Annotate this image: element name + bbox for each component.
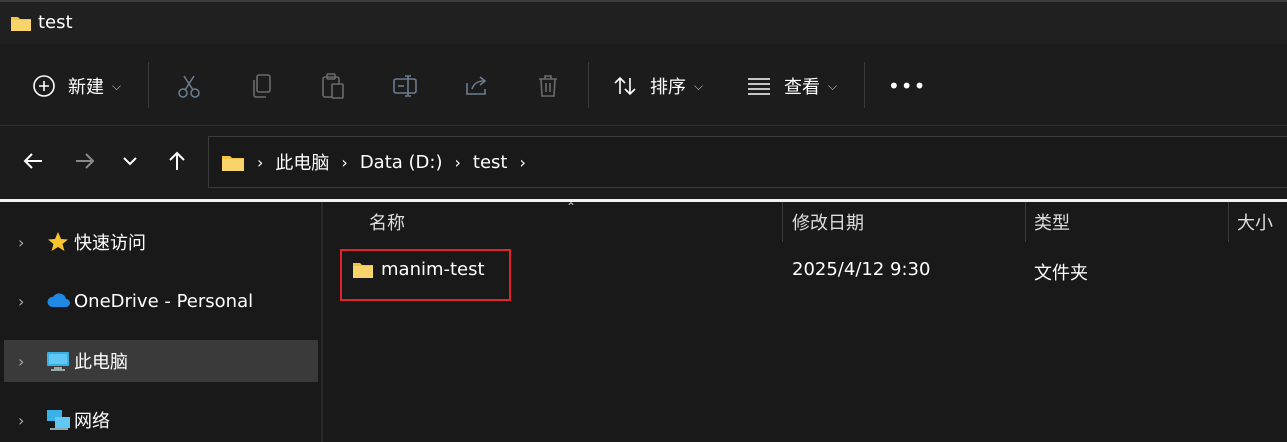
back-button[interactable] [18, 146, 48, 176]
network-icon [46, 408, 72, 437]
sidebar-item-label: 此电脑 [74, 352, 128, 373]
breadcrumb-separator-icon: › [519, 152, 526, 172]
sidebar-item-onedrive[interactable]: › OneDrive - Personal [4, 280, 318, 322]
address-bar[interactable]: › 此电脑 › Data (D:) › test › [208, 136, 1287, 188]
breadcrumb-test[interactable]: test [473, 152, 508, 173]
scissors-icon [178, 75, 200, 98]
column-divider[interactable] [1025, 202, 1026, 242]
sidebar-item-label: 网络 [74, 411, 110, 432]
breadcrumb-separator-icon: › [257, 152, 264, 172]
window-title: test [38, 12, 73, 33]
chevron-right-icon[interactable]: › [18, 352, 24, 371]
column-header-name[interactable]: 名称 [369, 202, 405, 242]
rename-icon [393, 75, 417, 97]
navigation-pane: › 快速访问 › OneDrive - Personal › 此电脑 › 网络 [0, 202, 321, 442]
forward-button[interactable] [70, 146, 100, 176]
more-icon: ••• [888, 74, 927, 98]
cut-button[interactable] [176, 64, 202, 108]
new-label: 新建 [68, 77, 104, 98]
cloud-icon [46, 289, 72, 318]
breadcrumb-this-pc[interactable]: 此电脑 [275, 149, 329, 175]
sort-button[interactable]: 排序 ⌵ [612, 64, 703, 108]
file-list: ⌃ 名称 修改日期 类型 大小 manim-test 2025/4/12 9:3… [323, 200, 1287, 442]
sort-label: 排序 [650, 77, 686, 98]
sidebar-item-label: OneDrive - Personal [74, 290, 254, 312]
file-modified: 2025/4/12 9:30 [792, 259, 931, 280]
toolbar-divider [588, 62, 589, 108]
copy-icon [253, 74, 271, 98]
copy-button[interactable] [250, 64, 274, 108]
chevron-right-icon[interactable]: › [18, 233, 24, 252]
star-icon [46, 230, 70, 259]
toolbar-divider [864, 62, 865, 108]
column-divider[interactable] [1228, 202, 1229, 242]
new-button[interactable]: 新建 ⌵ [32, 64, 121, 108]
sidebar-item-label: 快速访问 [74, 233, 146, 254]
arrow-right-icon [76, 153, 95, 169]
breadcrumb-separator-icon: › [454, 152, 461, 172]
recent-locations-button[interactable] [115, 146, 145, 176]
more-options-button[interactable]: ••• [888, 64, 926, 108]
share-icon [466, 76, 487, 95]
paste-button[interactable] [320, 64, 346, 108]
sort-ascending-icon: ⌃ [566, 200, 577, 214]
chevron-down-icon [123, 157, 137, 166]
chevron-down-icon: ⌵ [112, 78, 122, 93]
monitor-icon [46, 349, 70, 378]
column-header-modified[interactable]: 修改日期 [792, 202, 864, 242]
column-header-type[interactable]: 类型 [1034, 202, 1070, 242]
breadcrumb-data-drive[interactable]: Data (D:) [360, 152, 443, 173]
sort-icon [614, 76, 636, 96]
chevron-right-icon[interactable]: › [18, 292, 24, 311]
arrow-left-icon [23, 153, 42, 169]
sidebar-item-network[interactable]: › 网络 [4, 399, 318, 441]
arrow-up-icon [169, 151, 185, 170]
file-type: 文件夹 [1034, 263, 1088, 284]
delete-button[interactable] [536, 64, 560, 108]
folder-icon [10, 14, 32, 37]
rename-button[interactable] [392, 64, 420, 108]
navigation-bar: › 此电脑 › Data (D:) › test › [0, 126, 1287, 199]
chevron-right-icon[interactable]: › [18, 411, 24, 430]
plus-circle-icon [33, 75, 55, 97]
breadcrumb-separator-icon: › [341, 152, 348, 172]
clipboard-icon [322, 73, 344, 99]
chevron-down-icon: ⌵ [828, 78, 838, 93]
view-button[interactable]: 查看 ⌵ [746, 64, 837, 108]
title-bar: test [0, 0, 1287, 44]
command-bar: 新建 ⌵ 排序 ⌵ 查看 ⌵ ••• [0, 44, 1287, 126]
share-button[interactable] [464, 64, 490, 108]
view-label: 查看 [784, 77, 820, 98]
sidebar-item-quick-access[interactable]: › 快速访问 [4, 221, 318, 263]
column-header-size[interactable]: 大小 [1237, 202, 1273, 242]
view-lines-icon [748, 78, 770, 95]
highlight-box [340, 249, 511, 301]
chevron-down-icon: ⌵ [694, 78, 704, 93]
folder-icon [221, 153, 245, 172]
sidebar-item-this-pc[interactable]: › 此电脑 [4, 340, 318, 382]
trash-icon [539, 75, 557, 97]
up-button[interactable] [162, 146, 192, 176]
toolbar-divider [148, 62, 149, 108]
column-divider[interactable] [782, 202, 783, 242]
